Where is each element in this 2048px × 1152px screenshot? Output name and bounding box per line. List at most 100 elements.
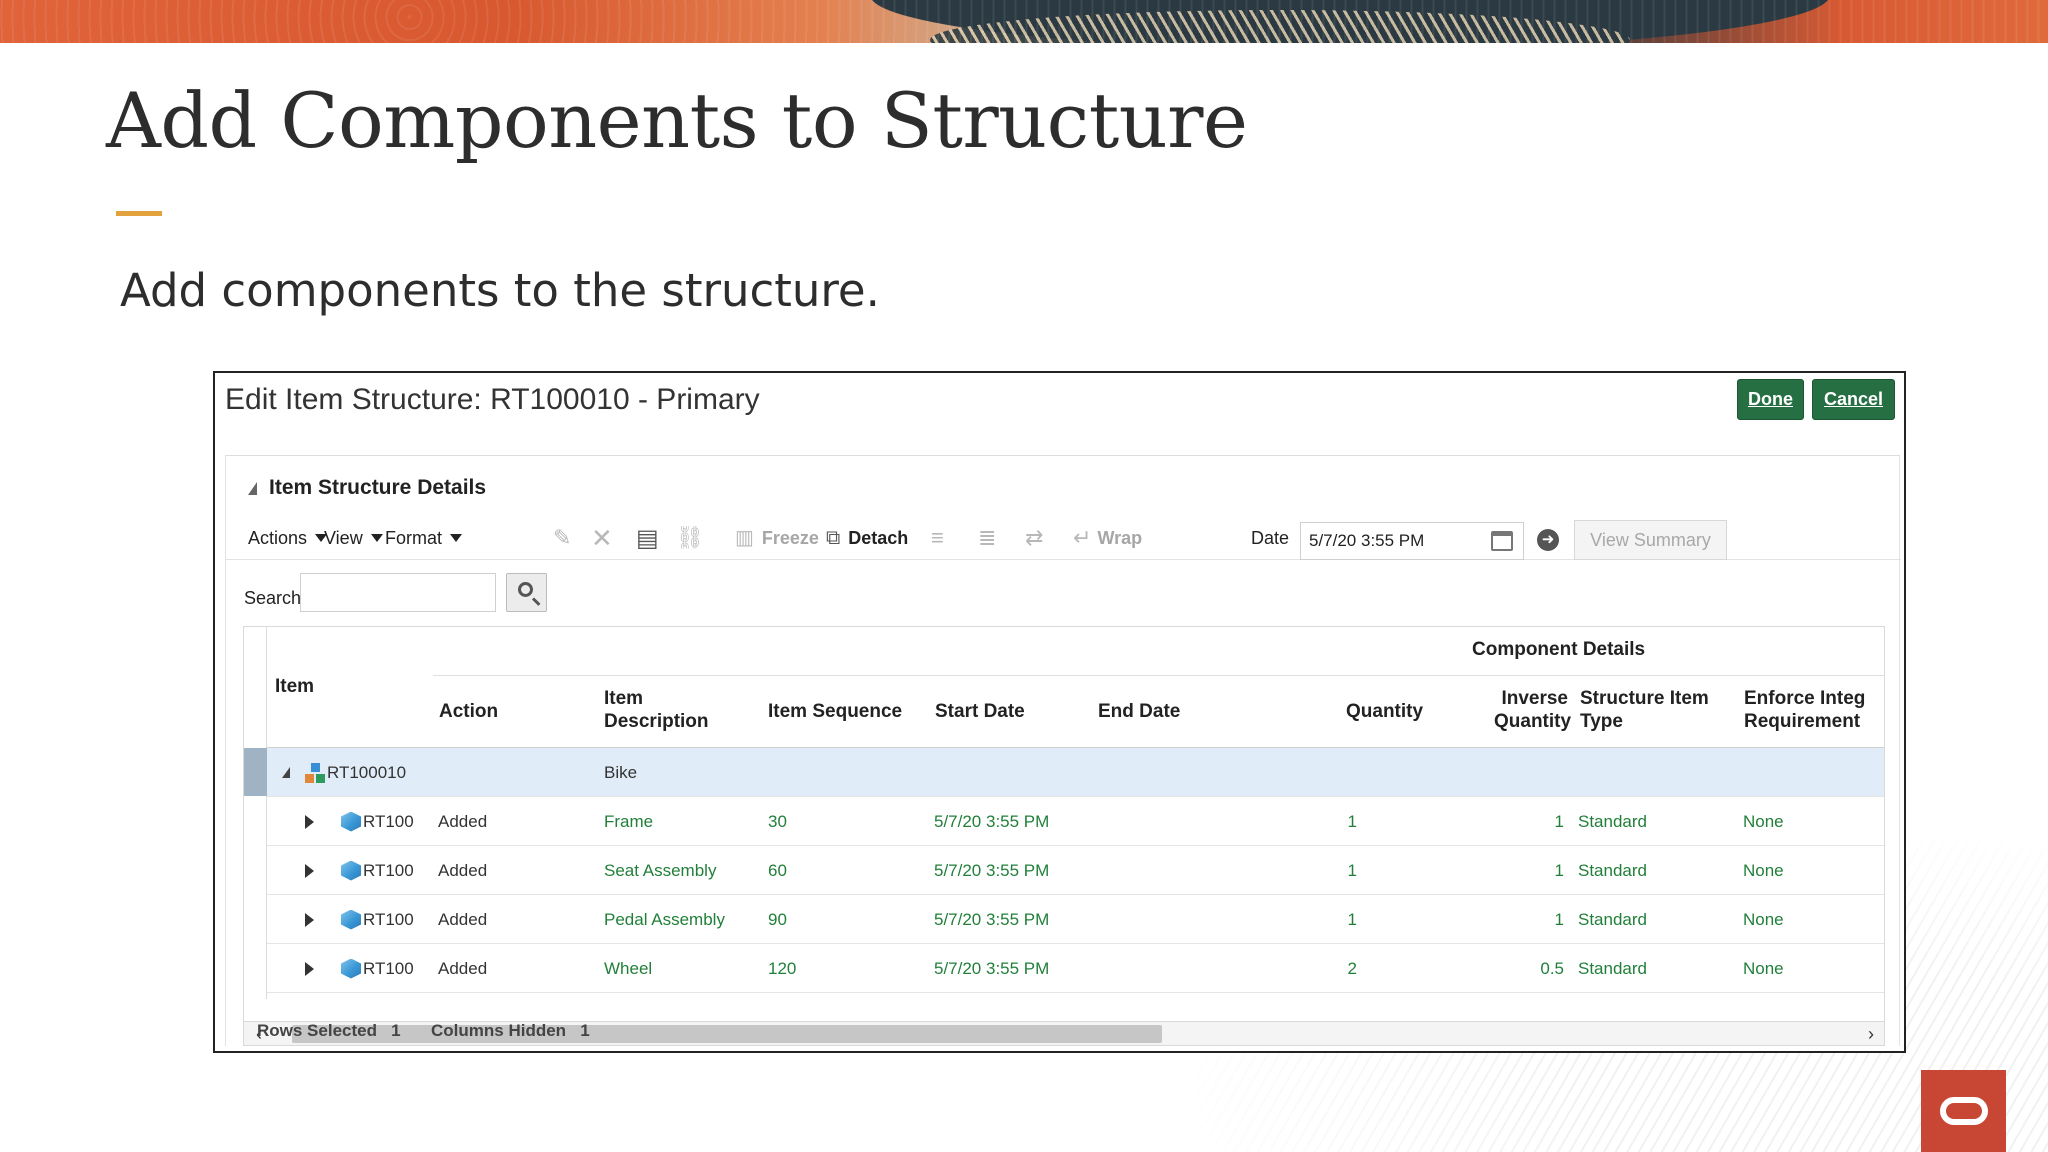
search-icon <box>518 582 533 597</box>
description-cell: Frame <box>604 811 654 831</box>
calendar-icon[interactable] <box>1491 531 1513 551</box>
freeze-icon: ▥ <box>735 527 754 549</box>
scrollbar-thumb[interactable] <box>292 1025 1162 1043</box>
col-description[interactable]: Item Description <box>604 687 709 733</box>
inverse-quantity-cell: 1 <box>1554 811 1564 831</box>
table-row[interactable]: RT100 Added Wheel 120 5/7/20 3:55 PM 2 0… <box>267 944 1884 993</box>
action-cell: Added <box>438 909 488 929</box>
col-inverse-quantity[interactable]: Inverse Quantity <box>1494 687 1571 733</box>
sequence-cell: 90 <box>768 909 787 929</box>
cancel-button[interactable]: Cancel <box>1812 379 1895 420</box>
search-label: Search <box>244 588 302 608</box>
col-end-date[interactable]: End Date <box>1098 700 1180 723</box>
title-accent-rule <box>116 211 162 216</box>
quantity-cell: 1 <box>1347 860 1357 880</box>
structure-icon <box>305 762 327 784</box>
edit-item-structure-panel: Edit Item Structure: RT100010 - Primary … <box>213 371 1906 1053</box>
date-input[interactable]: 5/7/20 3:55 PM <box>1300 522 1524 560</box>
collapse-row-icon[interactable] <box>282 748 290 797</box>
col-sequence[interactable]: Item Sequence <box>768 700 902 723</box>
col-start-date[interactable]: Start Date <box>935 700 1025 723</box>
component-details-header: Component Details <box>1472 639 1646 660</box>
col-structure-item-type[interactable]: Structure Item Type <box>1580 687 1709 733</box>
done-button[interactable]: Done <box>1737 379 1804 420</box>
table-row[interactable]: RT100 Added Seat Assembly 60 5/7/20 3:55… <box>267 846 1884 895</box>
section-header[interactable]: Item Structure Details <box>248 476 486 500</box>
oracle-logo <box>1921 1070 2006 1152</box>
row-selector-column[interactable] <box>244 627 267 999</box>
move-icon[interactable]: ⇄ <box>1025 516 1043 560</box>
action-cell: Added <box>438 811 488 831</box>
rows-selected-status: Rows Selected 1 <box>257 1021 401 1040</box>
start-date-cell: 5/7/20 3:55 PM <box>934 860 1050 880</box>
wrap-button[interactable]: ↵ Wrap <box>1073 516 1142 560</box>
col-enforce-integer[interactable]: Enforce Integ Requirement <box>1744 687 1865 733</box>
enforce-cell: None <box>1743 909 1784 929</box>
link-icon[interactable]: ⛓ <box>676 516 704 560</box>
slide-subtitle: Add components to the structure. <box>120 264 880 317</box>
date-label: Date <box>1251 527 1290 548</box>
structure-item-type-cell: Standard <box>1578 860 1647 880</box>
columns-hidden-status: Columns Hidden 1 <box>431 1021 590 1040</box>
view-summary-button[interactable]: View Summary <box>1574 520 1727 560</box>
description-cell: Pedal Assembly <box>604 909 725 929</box>
actions-menu[interactable]: Actions <box>248 516 328 560</box>
item-structure-table: Component Details Item Action Item Descri… <box>243 626 1885 1022</box>
panel-title: Edit Item Structure: RT100010 - Primary <box>225 383 760 416</box>
scroll-right-icon[interactable]: › <box>1868 1024 1874 1044</box>
table-row-root[interactable]: RT100010 Bike <box>267 748 1884 797</box>
sequence-cell: 120 <box>768 958 797 978</box>
col-item[interactable]: Item <box>275 675 314 698</box>
item-structure-details-region: Item Structure Details Actions View Form… <box>225 455 1901 1046</box>
expand-row-icon[interactable] <box>305 944 314 993</box>
enforce-cell: None <box>1743 811 1784 831</box>
detach-icon: ⧉ <box>826 526 841 549</box>
table-row[interactable]: RT100 Added Pedal Assembly 90 5/7/20 3:5… <box>267 895 1884 944</box>
format-menu[interactable]: Format <box>385 516 463 560</box>
view-menu[interactable]: View <box>324 516 383 560</box>
expand-row-icon[interactable] <box>305 895 314 944</box>
item-cell[interactable]: RT100 <box>341 895 414 944</box>
go-icon[interactable]: ➜ <box>1537 529 1559 551</box>
chevron-down-icon <box>370 534 383 542</box>
quantity-cell: 2 <box>1347 958 1357 978</box>
item-cell[interactable]: RT100010 <box>305 748 406 797</box>
decorative-banner <box>0 0 2048 43</box>
structure-item-type-cell: Standard <box>1578 909 1647 929</box>
item-cell[interactable]: RT100 <box>341 846 414 895</box>
col-action[interactable]: Action <box>439 700 498 723</box>
slide-title: Add Components to Structure <box>106 76 1248 165</box>
search-button[interactable] <box>506 573 547 612</box>
enforce-cell: None <box>1743 860 1784 880</box>
wrap-icon: ↵ <box>1073 525 1092 550</box>
chevron-down-icon <box>450 534 463 542</box>
start-date-cell: 5/7/20 3:55 PM <box>934 909 1050 929</box>
section-title: Item Structure Details <box>269 476 487 499</box>
col-quantity[interactable]: Quantity <box>1346 700 1423 723</box>
detach-button[interactable]: ⧉ Detach <box>826 516 908 560</box>
toolbar: Actions View Format ✎ ✕ ▤ ⛓ ▥ Freeze ⧉ Det… <box>226 516 1901 560</box>
freeze-button[interactable]: ▥ Freeze <box>735 516 819 560</box>
structure-item-type-cell: Standard <box>1578 811 1647 831</box>
structure-item-type-cell: Standard <box>1578 958 1647 978</box>
outdent-icon[interactable]: ≣ <box>978 516 996 560</box>
row-selector-active[interactable] <box>244 748 267 796</box>
action-cell: Added <box>438 958 488 978</box>
add-row-icon[interactable]: ▤ <box>636 516 659 560</box>
quantity-cell: 1 <box>1347 811 1357 831</box>
expand-row-icon[interactable] <box>305 846 314 895</box>
collapse-icon[interactable] <box>248 481 257 495</box>
item-cube-icon <box>341 811 361 832</box>
edit-icon[interactable]: ✎ <box>553 516 571 560</box>
sequence-cell: 60 <box>768 860 787 880</box>
description-cell: Wheel <box>604 958 653 978</box>
item-cell[interactable]: RT100 <box>341 944 414 993</box>
expand-row-icon[interactable] <box>305 797 314 846</box>
item-cell[interactable]: RT100 <box>341 797 414 846</box>
item-cube-icon <box>341 909 361 930</box>
search-input[interactable] <box>300 573 496 612</box>
description-cell: Bike <box>604 762 638 782</box>
table-row[interactable]: RT100 Added Frame 30 5/7/20 3:55 PM 1 1 … <box>267 797 1884 846</box>
indent-icon[interactable]: ≡ <box>931 516 944 560</box>
delete-icon[interactable]: ✕ <box>591 516 613 560</box>
